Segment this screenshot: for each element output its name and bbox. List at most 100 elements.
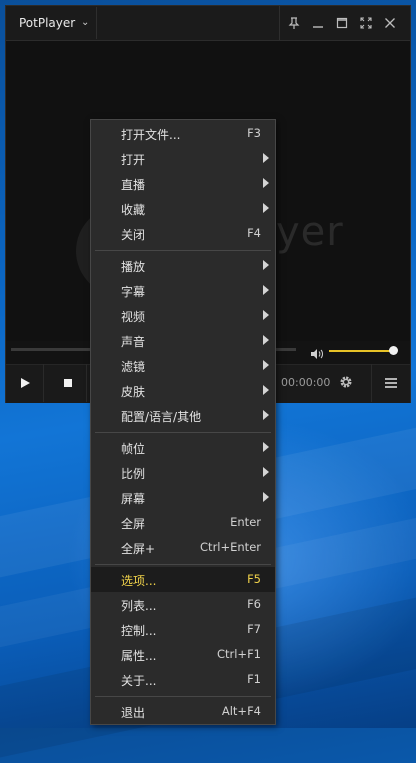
submenu-arrow-icon (263, 203, 269, 213)
menu-item-shortcut: Enter (230, 515, 261, 529)
menu-item-label: 属性... (121, 649, 157, 663)
menu-item-label: 滤镜 (121, 360, 146, 374)
menu-item-options[interactable]: 选项... F5 (91, 567, 275, 592)
settings-button[interactable] (338, 374, 354, 394)
menu-item-close[interactable]: 关闭 F4 (91, 221, 275, 246)
menu-item-playlist[interactable]: 列表... F6 (91, 592, 275, 617)
menu-item-fullscreen[interactable]: 全屏 Enter (91, 510, 275, 535)
menu-item-frame[interactable]: 帧位 (91, 435, 275, 460)
menu-item-filters[interactable]: 滤镜 (91, 353, 275, 378)
menu-item-screen[interactable]: 屏幕 (91, 485, 275, 510)
title-bar: PotPlayer ⌄ (6, 6, 410, 41)
submenu-arrow-icon (263, 310, 269, 320)
menu-item-label: 配置/语言/其他 (121, 410, 202, 424)
menu-item-open-file[interactable]: 打开文件... F3 (91, 121, 275, 146)
submenu-arrow-icon (263, 260, 269, 270)
submenu-arrow-icon (263, 360, 269, 370)
submenu-arrow-icon (263, 467, 269, 477)
menu-item-label: 选项... (121, 574, 157, 588)
close-button[interactable] (378, 6, 402, 40)
menu-item-label: 皮肤 (121, 385, 146, 399)
menu-separator (95, 250, 271, 251)
menu-separator (95, 432, 271, 433)
menu-item-label: 视频 (121, 310, 146, 324)
menu-item-label: 直播 (121, 178, 146, 192)
time-display: 00:00:00 (281, 376, 331, 389)
submenu-arrow-icon (263, 442, 269, 452)
menu-item-shortcut: F5 (247, 572, 261, 586)
menu-separator (95, 564, 271, 565)
submenu-arrow-icon (263, 153, 269, 163)
expand-icon (360, 17, 372, 29)
context-menu: 打开文件... F3 打开直播收藏关闭 F4 播放字幕视频声音滤镜皮肤配置/语言/其他帧… (90, 119, 276, 725)
play-icon (21, 378, 30, 388)
menu-item-about[interactable]: 关于... F1 (91, 667, 275, 692)
menu-item-label: 屏幕 (121, 492, 146, 506)
menu-item-label: 关于... (121, 674, 157, 688)
main-menu-button[interactable] (371, 364, 411, 402)
volume-icon[interactable] (310, 345, 324, 364)
submenu-arrow-icon (263, 492, 269, 502)
menu-item-properties[interactable]: 属性... Ctrl+F1 (91, 642, 275, 667)
menu-item-open[interactable]: 打开 (91, 146, 275, 171)
menu-item-label: 打开文件... (121, 128, 181, 142)
menu-item-label: 关闭 (121, 228, 146, 242)
menu-item-label: 全屏+ (121, 542, 156, 556)
play-button[interactable] (6, 364, 44, 402)
menu-item-label: 控制... (121, 624, 157, 638)
menu-item-shortcut: Alt+F4 (221, 704, 261, 718)
menu-item-config-language-other[interactable]: 配置/语言/其他 (91, 403, 275, 428)
menu-item-shortcut: F1 (247, 672, 261, 686)
menu-item-fullscreen-plus[interactable]: 全屏+ Ctrl+Enter (91, 535, 275, 560)
volume-handle[interactable] (389, 346, 398, 355)
pin-icon (288, 17, 300, 29)
menu-item-skins[interactable]: 皮肤 (91, 378, 275, 403)
menu-separator (95, 696, 271, 697)
menu-item-shortcut: F3 (247, 126, 261, 140)
submenu-arrow-icon (263, 410, 269, 420)
menu-item-label: 列表... (121, 599, 157, 613)
menu-item-label: 字幕 (121, 285, 146, 299)
menu-item-shortcut: F6 (247, 597, 261, 611)
menu-item-video[interactable]: 视频 (91, 303, 275, 328)
maximize-button[interactable] (330, 6, 354, 40)
menu-item-label: 打开 (121, 153, 146, 167)
menu-item-shortcut: Ctrl+F1 (216, 647, 261, 661)
menu-item-label: 播放 (121, 260, 146, 274)
close-icon (385, 18, 395, 28)
submenu-arrow-icon (263, 178, 269, 188)
chevron-down-icon: ⌄ (81, 17, 90, 28)
window-controls (279, 6, 410, 40)
hamburger-icon (385, 378, 397, 388)
menu-item-exit[interactable]: 退出 Alt+F4 (91, 699, 275, 724)
app-title: PotPlayer (19, 16, 76, 30)
menu-item-playback[interactable]: 播放 (91, 253, 275, 278)
submenu-arrow-icon (263, 285, 269, 295)
maximize-icon (336, 17, 348, 29)
menu-item-label: 帧位 (121, 442, 146, 456)
menu-item-label: 声音 (121, 335, 146, 349)
menu-item-ratio[interactable]: 比例 (91, 460, 275, 485)
app-menu-button[interactable]: PotPlayer ⌄ (7, 7, 97, 39)
menu-item-control[interactable]: 控制... F7 (91, 617, 275, 642)
volume-slider[interactable] (329, 350, 393, 352)
menu-item-shortcut: F7 (247, 622, 261, 636)
menu-item-label: 收藏 (121, 203, 146, 217)
gear-icon (340, 376, 352, 388)
menu-item-favorites[interactable]: 收藏 (91, 196, 275, 221)
submenu-arrow-icon (263, 385, 269, 395)
menu-item-subtitles[interactable]: 字幕 (91, 278, 275, 303)
minimize-icon (313, 26, 323, 28)
fullscreen-button[interactable] (354, 6, 378, 40)
menu-item-shortcut: Ctrl+Enter (200, 540, 261, 554)
menu-item-live[interactable]: 直播 (91, 171, 275, 196)
pin-button[interactable] (282, 6, 306, 40)
submenu-arrow-icon (263, 335, 269, 345)
stop-icon (64, 379, 72, 387)
logo-watermark-text: yer (276, 209, 344, 255)
menu-item-audio[interactable]: 声音 (91, 328, 275, 353)
menu-item-label: 比例 (121, 467, 146, 481)
stop-button[interactable] (49, 364, 87, 402)
menu-item-shortcut: F4 (247, 226, 261, 240)
minimize-button[interactable] (306, 6, 330, 40)
